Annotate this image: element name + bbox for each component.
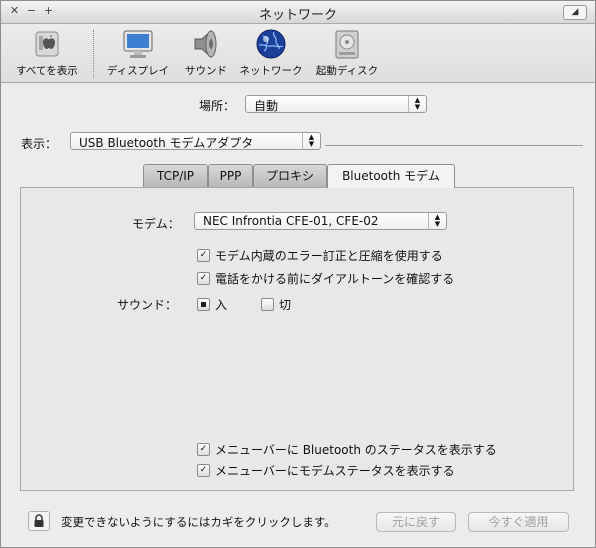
sound-off-choice[interactable]: 切 <box>261 296 291 313</box>
window-title: ネットワーク <box>258 8 337 23</box>
checkbox-checked[interactable]: ✓ <box>197 443 210 456</box>
network-preferences-window: ✕ − + ネットワーク ◢ すべてを表示 ディスプレイ サウンド ネットワーク… <box>0 0 596 548</box>
tab-bluetooth-modem[interactable]: Bluetooth モデム <box>327 164 455 188</box>
lock-icon <box>34 514 44 527</box>
location-value: 自動 <box>254 99 279 113</box>
tab-tcpip[interactable]: TCP/IP <box>143 164 208 187</box>
toolbar-display[interactable]: ディスプレイ <box>103 28 173 78</box>
tab-ppp[interactable]: PPP <box>208 164 253 187</box>
toolbar-startup-disk[interactable]: 起動ディスク <box>311 28 383 78</box>
hard-disk-icon <box>330 28 364 60</box>
menubar-bluetooth-checkbox-row[interactable]: ✓ メニューバーに Bluetooth のステータスを表示する <box>197 441 497 458</box>
error-correction-label: モデム内蔵のエラー訂正と圧縮を使用する <box>215 249 443 263</box>
checkbox-checked[interactable]: ✓ <box>197 272 210 285</box>
error-correction-checkbox-row[interactable]: ✓ モデム内蔵のエラー訂正と圧縮を使用する <box>197 247 443 264</box>
dial-tone-checkbox-row[interactable]: ✓ 電話をかける前にダイアルトーンを確認する <box>197 270 454 287</box>
toolbar-display-label: ディスプレイ <box>106 65 170 77</box>
checkbox-checked[interactable]: ✓ <box>197 249 210 262</box>
sound-off-label: 切 <box>279 298 292 312</box>
show-label: 表示： <box>21 137 58 151</box>
menubar-modem-label: メニューバーにモデムステータスを表示する <box>215 464 455 478</box>
checkbox-checked[interactable]: ✓ <box>197 464 210 477</box>
speaker-icon <box>189 28 223 60</box>
toolbar-sound[interactable]: サウンド <box>179 28 233 78</box>
toolbar: すべてを表示 ディスプレイ サウンド ネットワーク 起動ディスク <box>1 24 595 83</box>
apple-show-all-icon <box>30 28 64 60</box>
toolbar-network[interactable]: ネットワーク <box>237 28 305 78</box>
radio-selected[interactable] <box>197 298 210 311</box>
popup-arrows-icon: ▲ ▼ <box>408 96 426 113</box>
toolbar-sound-label: サウンド <box>185 65 227 77</box>
title-bar: ✕ − + ネットワーク ◢ <box>1 1 595 24</box>
show-value: USB Bluetooth モデムアダプタ <box>79 136 254 150</box>
radio-unselected[interactable] <box>261 298 274 311</box>
toolbar-toggle-button[interactable]: ◢ <box>563 5 587 20</box>
lock-button[interactable] <box>28 511 50 531</box>
menubar-bluetooth-label: メニューバーに Bluetooth のステータスを表示する <box>215 443 497 457</box>
show-popup[interactable]: USB Bluetooth モデムアダプタ ▲ ▼ <box>70 132 321 150</box>
modem-value: NEC Infrontia CFE-01, CFE-02 <box>203 214 379 228</box>
sound-on-choice[interactable]: 入 <box>197 296 227 313</box>
display-icon <box>121 28 155 60</box>
popup-arrows-icon: ▲ ▼ <box>428 213 446 230</box>
location-label: 場所： <box>199 99 236 113</box>
dial-tone-label: 電話をかける前にダイアルトーンを確認する <box>215 272 455 286</box>
revert-button[interactable]: 元に戻す <box>376 512 456 532</box>
toolbar-separator <box>93 30 94 78</box>
location-popup[interactable]: 自動 ▲ ▼ <box>245 95 427 113</box>
toolbar-show-all-label: すべてを表示 <box>16 65 78 77</box>
toolbar-startup-disk-label: 起動ディスク <box>315 65 379 77</box>
menubar-modem-checkbox-row[interactable]: ✓ メニューバーにモデムステータスを表示する <box>197 462 455 479</box>
apply-now-button[interactable]: 今すぐ適用 <box>468 512 569 532</box>
toolbar-network-label: ネットワーク <box>239 65 303 77</box>
modem-label: モデム： <box>132 217 180 231</box>
sound-label: サウンド： <box>117 298 178 312</box>
modem-popup[interactable]: NEC Infrontia CFE-01, CFE-02 ▲ ▼ <box>194 212 447 230</box>
tab-proxies[interactable]: プロキシ <box>253 164 327 187</box>
sound-on-label: 入 <box>215 298 228 312</box>
globe-icon <box>254 28 288 60</box>
lock-hint-text: 変更できないようにするにはカギをクリックします。 <box>61 515 336 529</box>
separator-line <box>325 145 583 146</box>
popup-arrows-icon: ▲ ▼ <box>302 133 320 150</box>
toolbar-show-all[interactable]: すべてを表示 <box>9 28 85 78</box>
